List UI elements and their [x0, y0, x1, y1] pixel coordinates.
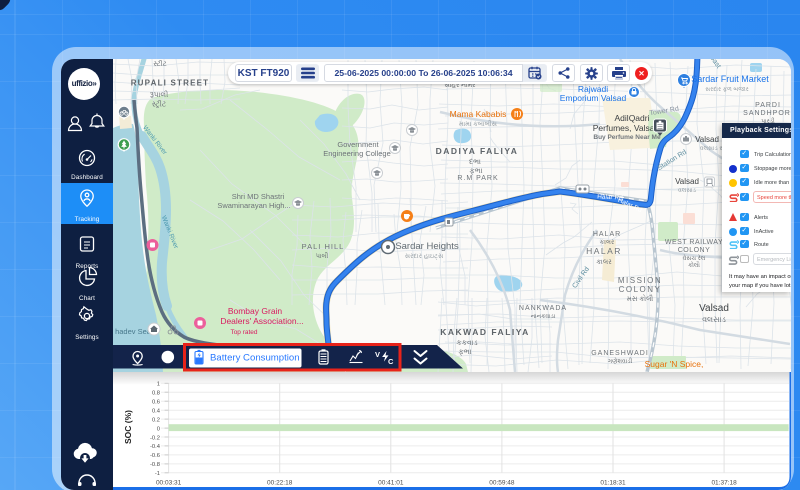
svg-text:સરદાર ફળ બજાર: સરદાર ફળ બજાર	[705, 86, 749, 93]
svg-text:Battery Consumption: Battery Consumption	[210, 353, 300, 364]
svg-text:Swaminarayan High...: Swaminarayan High...	[217, 201, 290, 210]
svg-text:Valsad: Valsad	[675, 177, 699, 186]
svg-text:Emporium Valsad: Emporium Valsad	[560, 93, 627, 103]
svg-text:SOC (%): SOC (%)	[123, 410, 133, 444]
svg-text:HALAR: HALAR	[593, 231, 621, 238]
svg-text:hadev Sea: hadev Sea	[115, 327, 152, 336]
svg-text:PARDI: PARDI	[755, 102, 781, 109]
svg-text:V: V	[375, 350, 380, 359]
svg-text:સ્ટીટ: સ્ટીટ	[153, 59, 167, 68]
svg-text:00:59:48: 00:59:48	[489, 480, 515, 487]
svg-text:C: C	[388, 357, 394, 366]
svg-text:0.4: 0.4	[152, 409, 161, 415]
svg-text:0: 0	[157, 426, 160, 432]
svg-text:મામા કબાબીસ: મામા કબાબીસ	[459, 120, 497, 128]
svg-text:ફભા: ફભા	[458, 347, 471, 356]
svg-text:Top rated: Top rated	[230, 329, 257, 336]
svg-text:Government: Government	[337, 140, 379, 149]
svg-text:-0.6: -0.6	[150, 453, 160, 459]
svg-text:COLONY: COLONY	[678, 247, 711, 254]
svg-text:કાલર: કાલર	[600, 239, 615, 246]
svg-text:COLONY: COLONY	[619, 285, 662, 294]
svg-text:Bombay Grain: Bombay Grain	[228, 306, 283, 316]
svg-text:SANDHPOR: SANDHPOR	[743, 110, 791, 117]
svg-text:વલસાડ: વલસાડ	[678, 188, 697, 194]
svg-text:Dealers' Association...: Dealers' Association...	[220, 316, 303, 326]
svg-text:NANKWADA: NANKWADA	[519, 305, 567, 312]
svg-text:વલસાડ સ: વલસાડ સ	[700, 146, 725, 152]
svg-text:R.M PARK: R.M PARK	[457, 175, 498, 182]
svg-text:Sardar Fruit Market: Sardar Fruit Market	[691, 74, 769, 84]
svg-text:1: 1	[157, 382, 160, 388]
svg-text:-0.2: -0.2	[150, 435, 160, 441]
svg-text:0.2: 0.2	[152, 417, 160, 423]
svg-text:-0.4: -0.4	[150, 444, 161, 450]
svg-text:ગણેશવાડી: ગણેશવાડી	[608, 357, 633, 365]
svg-text:DADIYA FALIYA: DADIYA FALIYA	[436, 146, 519, 156]
svg-text:પાલી: પાલી	[316, 252, 329, 260]
svg-text:દભા: દભા	[469, 157, 481, 166]
svg-text:-1: -1	[155, 471, 160, 477]
svg-text:01:18:31: 01:18:31	[600, 480, 626, 487]
svg-text:Valsad: Valsad	[699, 303, 729, 314]
svg-text:Mama Kababis: Mama Kababis	[450, 109, 507, 119]
svg-text:Valsad: Valsad	[695, 135, 719, 144]
svg-text:RUPALI STREET: RUPALI STREET	[131, 79, 210, 88]
svg-text:MISSION: MISSION	[618, 276, 662, 285]
svg-text:Perfumes, Valsad: Perfumes, Valsad	[593, 123, 660, 133]
svg-text:00:22:18: 00:22:18	[267, 480, 293, 487]
svg-text:મ૆સ કોલૌ: મ૆સ કોલૌ	[627, 294, 654, 303]
svg-text:HALAR: HALAR	[586, 246, 622, 256]
svg-text:કકવાડ: કકવાડ	[456, 338, 478, 347]
svg-text:કોલૌ: કોલૌ	[688, 261, 700, 269]
svg-text:રૂપાલી: રૂપાલી	[150, 90, 169, 99]
svg-text:WEST RAILWAY: WEST RAILWAY	[665, 239, 723, 246]
svg-text:Buy Perfume Near Me: Buy Perfume Near Me	[593, 134, 661, 141]
svg-text:GANESHWADI: GANESHWADI	[591, 350, 649, 357]
svg-text:0.6: 0.6	[152, 400, 160, 406]
svg-text:ફભા: ફભા	[469, 166, 482, 175]
svg-text:Engineering College: Engineering College	[323, 149, 391, 158]
svg-text:Sugar 'N Spice,: Sugar 'N Spice,	[645, 359, 704, 369]
svg-text:સરદાર હાઇટ્સ: સરદાર હાઇટ્સ	[405, 253, 443, 260]
svg-text:Shri MD Shastri: Shri MD Shastri	[232, 192, 285, 201]
svg-text:AdilQadri: AdilQadri	[615, 113, 650, 123]
svg-text:સ્ટ્રીટ: સ્ટ્રીટ	[152, 100, 167, 110]
svg-text:નાનકવાડા: નાનકવાડા	[531, 314, 556, 320]
svg-text:01:37:18: 01:37:18	[711, 480, 737, 487]
svg-text:0.8: 0.8	[152, 391, 160, 397]
svg-text:કાલર: કાલર	[596, 259, 612, 266]
svg-text:Sardar Heights: Sardar Heights	[395, 241, 459, 252]
svg-text:00:03:31: 00:03:31	[156, 480, 182, 487]
svg-text:વેસચ રેલ: વેસચ રેલ	[683, 254, 706, 262]
svg-text:PALI HILL: PALI HILL	[302, 242, 345, 251]
svg-text:વલસાડ: વલસાડ	[702, 315, 726, 324]
svg-text:-0.8: -0.8	[150, 462, 160, 468]
svg-text:KAKWAD FALIYA: KAKWAD FALIYA	[440, 327, 530, 337]
svg-text:00:41:01: 00:41:01	[378, 480, 404, 487]
